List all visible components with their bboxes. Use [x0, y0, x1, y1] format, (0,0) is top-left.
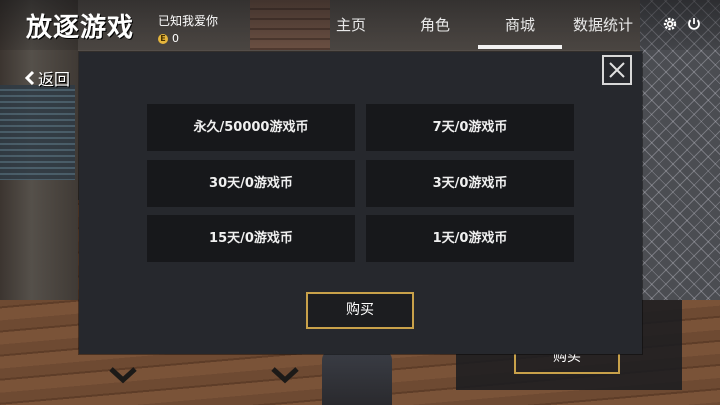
user-name: 已知我爱你 — [158, 14, 219, 28]
option-30-days[interactable]: 30天/0游戏币 — [147, 160, 355, 207]
app-logo: 放逐游戏 — [26, 13, 135, 43]
settings-gear-icon[interactable] — [662, 16, 678, 32]
back-button[interactable]: 返回 — [24, 66, 70, 90]
back-label: 返回 — [38, 70, 71, 89]
close-icon — [609, 62, 625, 78]
user-info: 已知我爱你 E 0 — [158, 12, 218, 45]
close-button[interactable] — [602, 55, 632, 85]
option-7-days[interactable]: 7天/0游戏币 — [366, 104, 574, 151]
nav-tab-statistics[interactable]: 数据统计 — [573, 14, 633, 35]
coin-balance: E 0 — [158, 32, 218, 45]
coin-icon: E — [158, 33, 168, 44]
chevron-down-icon — [270, 366, 300, 388]
power-icon[interactable] — [686, 16, 702, 32]
buy-button[interactable]: 购买 — [306, 292, 414, 329]
top-bar: 放逐游戏 已知我爱你 E 0 主页 角色 商城 数据统计 — [0, 0, 720, 50]
scene-shelf — [0, 85, 75, 180]
active-tab-indicator — [478, 45, 562, 49]
option-1-day[interactable]: 1天/0游戏币 — [366, 215, 574, 262]
nav-tab-character[interactable]: 角色 — [420, 14, 450, 35]
chevron-down-icon — [108, 366, 138, 388]
option-permanent[interactable]: 永久/50000游戏币 — [147, 104, 355, 151]
chevron-left-icon — [24, 70, 35, 86]
nav-tab-home[interactable]: 主页 — [336, 14, 366, 35]
coin-count: 0 — [172, 32, 179, 45]
nav-tab-shop[interactable]: 商城 — [505, 14, 535, 35]
scene-character — [322, 350, 392, 405]
option-15-days[interactable]: 15天/0游戏币 — [147, 215, 355, 262]
option-3-days[interactable]: 3天/0游戏币 — [366, 160, 574, 207]
